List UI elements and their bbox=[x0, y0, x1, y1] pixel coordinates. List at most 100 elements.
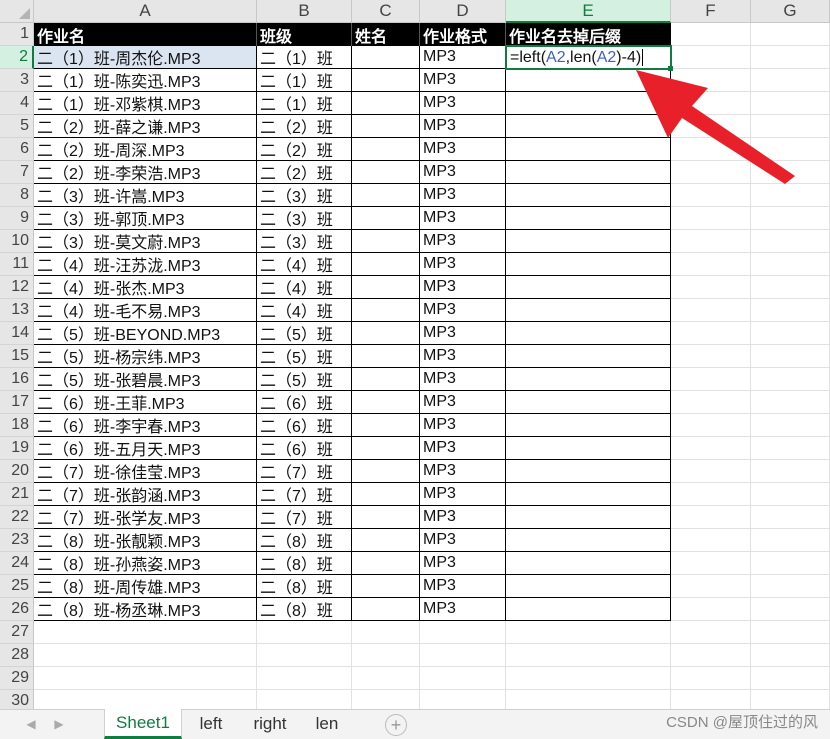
cell-A1[interactable]: 作业名 bbox=[34, 23, 257, 46]
row-header-5[interactable]: 5 bbox=[0, 115, 34, 138]
row-header-29[interactable]: 29 bbox=[0, 667, 34, 690]
cell-E18[interactable] bbox=[506, 414, 671, 437]
row-header-4[interactable]: 4 bbox=[0, 92, 34, 115]
cell-B12[interactable]: 二（4）班 bbox=[257, 276, 352, 299]
column-header-a[interactable]: A bbox=[34, 0, 257, 23]
cell-B10[interactable]: 二（3）班 bbox=[257, 230, 352, 253]
cell-E13[interactable] bbox=[506, 299, 671, 322]
cell-A4[interactable]: 二（1）班-邓紫棋.MP3 bbox=[34, 92, 257, 115]
cell-G8[interactable] bbox=[751, 184, 830, 207]
cell-C2[interactable] bbox=[352, 46, 420, 69]
cell-E9[interactable] bbox=[506, 207, 671, 230]
cell-F25[interactable] bbox=[671, 575, 751, 598]
cell-C9[interactable] bbox=[352, 207, 420, 230]
row-header-17[interactable]: 17 bbox=[0, 391, 34, 414]
cell-A27[interactable] bbox=[34, 621, 257, 644]
row-header-10[interactable]: 10 bbox=[0, 230, 34, 253]
cell-A24[interactable]: 二（8）班-孙燕姿.MP3 bbox=[34, 552, 257, 575]
cell-D23[interactable]: MP3 bbox=[420, 529, 506, 552]
cell-G26[interactable] bbox=[751, 598, 830, 621]
cell-C24[interactable] bbox=[352, 552, 420, 575]
row-header-19[interactable]: 19 bbox=[0, 437, 34, 460]
cell-F20[interactable] bbox=[671, 460, 751, 483]
cell-C16[interactable] bbox=[352, 368, 420, 391]
cell-E21[interactable] bbox=[506, 483, 671, 506]
cell-B26[interactable]: 二（8）班 bbox=[257, 598, 352, 621]
column-header-b[interactable]: B bbox=[257, 0, 352, 23]
cell-G27[interactable] bbox=[751, 621, 830, 644]
cell-A21[interactable]: 二（7）班-张韵涵.MP3 bbox=[34, 483, 257, 506]
column-header-e[interactable]: E bbox=[506, 0, 671, 23]
cell-D21[interactable]: MP3 bbox=[420, 483, 506, 506]
column-header-c[interactable]: C bbox=[352, 0, 420, 23]
cell-E25[interactable] bbox=[506, 575, 671, 598]
cell-F21[interactable] bbox=[671, 483, 751, 506]
cell-A19[interactable]: 二（6）班-五月天.MP3 bbox=[34, 437, 257, 460]
cell-D27[interactable] bbox=[420, 621, 506, 644]
cell-F28[interactable] bbox=[671, 644, 751, 667]
cell-C26[interactable] bbox=[352, 598, 420, 621]
cell-A8[interactable]: 二（3）班-许嵩.MP3 bbox=[34, 184, 257, 207]
cell-A13[interactable]: 二（4）班-毛不易.MP3 bbox=[34, 299, 257, 322]
tab-right[interactable]: right bbox=[240, 709, 300, 739]
cell-C3[interactable] bbox=[352, 69, 420, 92]
row-header-24[interactable]: 24 bbox=[0, 552, 34, 575]
cell-E27[interactable] bbox=[506, 621, 671, 644]
cell-D14[interactable]: MP3 bbox=[420, 322, 506, 345]
cell-G23[interactable] bbox=[751, 529, 830, 552]
cell-D18[interactable]: MP3 bbox=[420, 414, 506, 437]
cell-B23[interactable]: 二（8）班 bbox=[257, 529, 352, 552]
cell-C29[interactable] bbox=[352, 667, 420, 690]
cell-B13[interactable]: 二（4）班 bbox=[257, 299, 352, 322]
cell-C21[interactable] bbox=[352, 483, 420, 506]
row-header-14[interactable]: 14 bbox=[0, 322, 34, 345]
cell-E15[interactable] bbox=[506, 345, 671, 368]
tab-sheet1[interactable]: Sheet1 bbox=[104, 709, 182, 739]
cell-A28[interactable] bbox=[34, 644, 257, 667]
cell-B9[interactable]: 二（3）班 bbox=[257, 207, 352, 230]
cell-A12[interactable]: 二（4）班-张杰.MP3 bbox=[34, 276, 257, 299]
cell-B7[interactable]: 二（2）班 bbox=[257, 161, 352, 184]
cell-C5[interactable] bbox=[352, 115, 420, 138]
cell-D26[interactable]: MP3 bbox=[420, 598, 506, 621]
cell-B1[interactable]: 班级 bbox=[257, 23, 352, 46]
cell-D20[interactable]: MP3 bbox=[420, 460, 506, 483]
cell-A23[interactable]: 二（8）班-张靓颖.MP3 bbox=[34, 529, 257, 552]
cell-C25[interactable] bbox=[352, 575, 420, 598]
cell-D15[interactable]: MP3 bbox=[420, 345, 506, 368]
tab-len[interactable]: len bbox=[306, 709, 348, 739]
row-header-26[interactable]: 26 bbox=[0, 598, 34, 621]
cell-B20[interactable]: 二（7）班 bbox=[257, 460, 352, 483]
row-header-7[interactable]: 7 bbox=[0, 161, 34, 184]
cell-F14[interactable] bbox=[671, 322, 751, 345]
cell-F11[interactable] bbox=[671, 253, 751, 276]
row-header-15[interactable]: 15 bbox=[0, 345, 34, 368]
cell-E10[interactable] bbox=[506, 230, 671, 253]
cell-G21[interactable] bbox=[751, 483, 830, 506]
cell-A10[interactable]: 二（3）班-莫文蔚.MP3 bbox=[34, 230, 257, 253]
cell-E29[interactable] bbox=[506, 667, 671, 690]
row-header-22[interactable]: 22 bbox=[0, 506, 34, 529]
cell-G29[interactable] bbox=[751, 667, 830, 690]
cell-C11[interactable] bbox=[352, 253, 420, 276]
cell-C6[interactable] bbox=[352, 138, 420, 161]
cell-F22[interactable] bbox=[671, 506, 751, 529]
triangle-right-icon[interactable]: ▶ bbox=[50, 713, 68, 735]
cell-B29[interactable] bbox=[257, 667, 352, 690]
cell-A9[interactable]: 二（3）班-郭顶.MP3 bbox=[34, 207, 257, 230]
cell-B24[interactable]: 二（8）班 bbox=[257, 552, 352, 575]
cell-A20[interactable]: 二（7）班-徐佳莹.MP3 bbox=[34, 460, 257, 483]
cell-E12[interactable] bbox=[506, 276, 671, 299]
row-header-18[interactable]: 18 bbox=[0, 414, 34, 437]
cell-A7[interactable]: 二（2）班-李荣浩.MP3 bbox=[34, 161, 257, 184]
cell-E8[interactable] bbox=[506, 184, 671, 207]
cell-D11[interactable]: MP3 bbox=[420, 253, 506, 276]
cell-G13[interactable] bbox=[751, 299, 830, 322]
cell-C4[interactable] bbox=[352, 92, 420, 115]
cell-D19[interactable]: MP3 bbox=[420, 437, 506, 460]
cell-G14[interactable] bbox=[751, 322, 830, 345]
cell-B3[interactable]: 二（1）班 bbox=[257, 69, 352, 92]
cell-D10[interactable]: MP3 bbox=[420, 230, 506, 253]
cell-C15[interactable] bbox=[352, 345, 420, 368]
cell-F16[interactable] bbox=[671, 368, 751, 391]
